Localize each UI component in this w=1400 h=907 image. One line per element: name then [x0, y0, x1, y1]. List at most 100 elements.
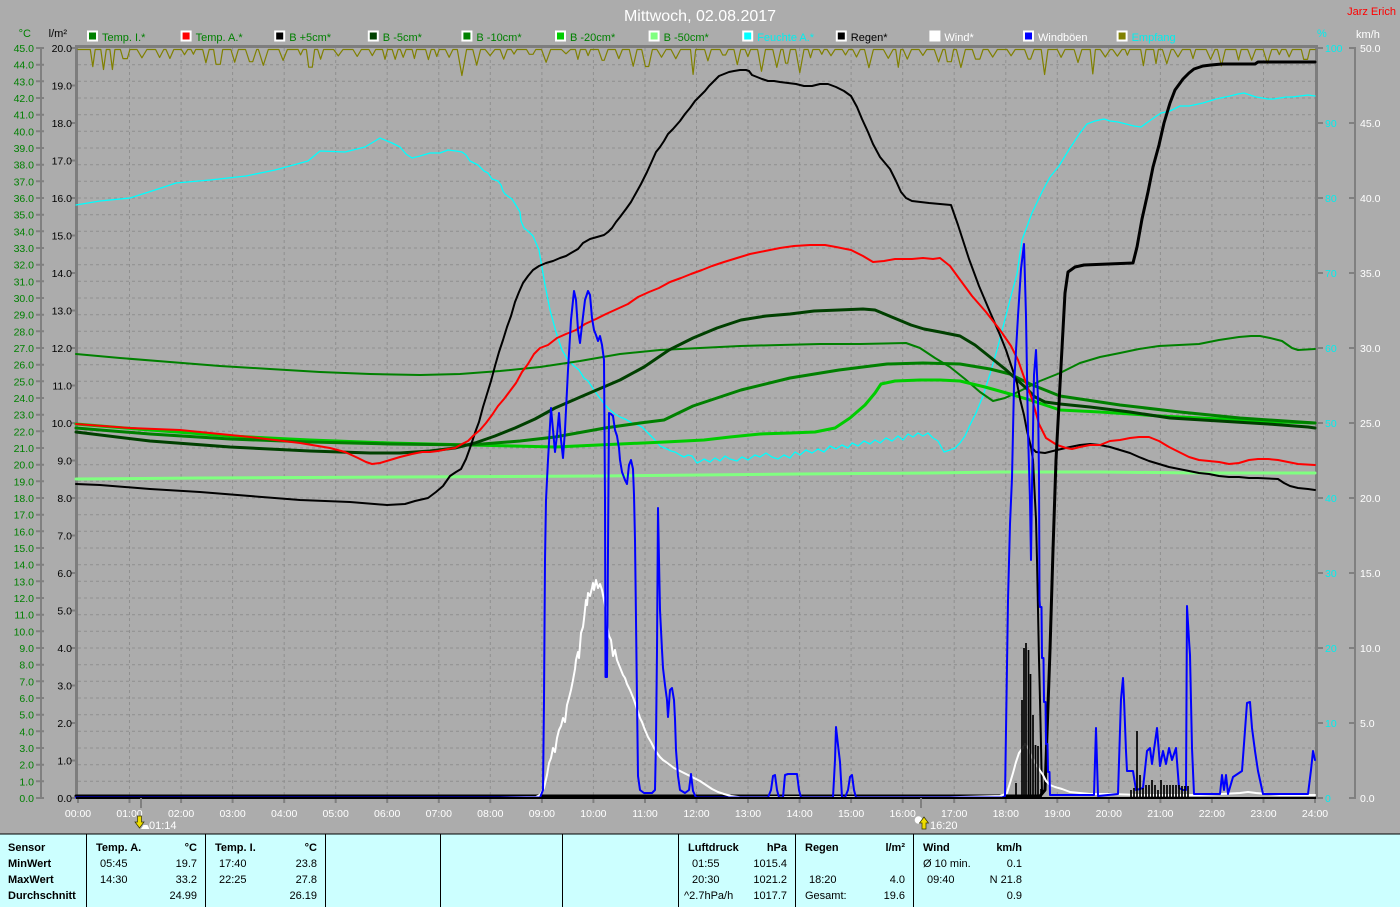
svg-text:18:20: 18:20	[809, 874, 837, 886]
svg-text:0.0: 0.0	[57, 793, 72, 805]
svg-text:03:00: 03:00	[219, 808, 245, 820]
svg-text:Mittwoch, 02.08.2017: Mittwoch, 02.08.2017	[624, 8, 776, 25]
svg-text:Ø 10 min.: Ø 10 min.	[923, 858, 971, 870]
svg-text:16.0: 16.0	[52, 193, 73, 205]
svg-text:11.0: 11.0	[52, 381, 72, 393]
svg-text:23.8: 23.8	[296, 858, 317, 870]
svg-text:10:00: 10:00	[580, 808, 606, 820]
svg-text:4.0: 4.0	[19, 726, 34, 738]
svg-text:°C: °C	[185, 842, 197, 854]
svg-text:1015.4: 1015.4	[753, 858, 787, 870]
svg-text:12.0: 12.0	[14, 593, 35, 605]
svg-text:90: 90	[1325, 118, 1337, 130]
svg-text:23.0: 23.0	[14, 410, 35, 422]
svg-text:5.0: 5.0	[57, 606, 72, 618]
svg-text:11.0: 11.0	[14, 610, 34, 622]
svg-text:4.0: 4.0	[57, 643, 72, 655]
svg-text:B -10cm*: B -10cm*	[476, 32, 522, 44]
svg-text:N 21.8: N 21.8	[990, 874, 1022, 886]
svg-text:14:00: 14:00	[786, 808, 812, 820]
svg-text:32.0: 32.0	[14, 260, 35, 272]
svg-text:38.0: 38.0	[14, 160, 35, 172]
svg-text:21:00: 21:00	[1147, 808, 1173, 820]
svg-text:4.0: 4.0	[890, 874, 905, 886]
svg-text:14:30: 14:30	[100, 874, 128, 886]
svg-text:09:40: 09:40	[927, 874, 955, 886]
svg-text:Temp. A.: Temp. A.	[96, 842, 141, 854]
svg-text:B +5cm*: B +5cm*	[289, 32, 332, 44]
svg-text:Sensor: Sensor	[8, 842, 46, 854]
svg-text:km/h: km/h	[996, 842, 1022, 854]
svg-text:%: %	[1317, 28, 1327, 40]
svg-text:33.2: 33.2	[176, 874, 197, 886]
svg-text:MinWert: MinWert	[8, 858, 52, 870]
svg-text:26.0: 26.0	[14, 360, 35, 372]
svg-text:0: 0	[1325, 793, 1331, 805]
svg-text:15.0: 15.0	[1360, 568, 1381, 580]
svg-text:20:00: 20:00	[1096, 808, 1122, 820]
svg-text:09:00: 09:00	[529, 808, 555, 820]
svg-text:km/h: km/h	[1356, 29, 1380, 41]
svg-text:24.0: 24.0	[14, 393, 35, 405]
svg-text:01:14: 01:14	[149, 820, 177, 832]
svg-text:18.0: 18.0	[14, 493, 35, 505]
svg-text:0.1: 0.1	[1007, 858, 1022, 870]
svg-text:3.0: 3.0	[19, 743, 34, 755]
svg-text:29.0: 29.0	[14, 310, 35, 322]
svg-text:19.0: 19.0	[52, 81, 73, 93]
svg-text:20: 20	[1325, 643, 1337, 655]
svg-text:43.0: 43.0	[14, 76, 35, 88]
svg-text:°C: °C	[19, 28, 31, 40]
svg-text:34.0: 34.0	[14, 226, 35, 238]
svg-text:07:00: 07:00	[426, 808, 452, 820]
svg-text:04:00: 04:00	[271, 808, 297, 820]
svg-text:08:00: 08:00	[477, 808, 503, 820]
svg-text:26.19: 26.19	[289, 890, 317, 902]
svg-text:35.0: 35.0	[1360, 268, 1381, 280]
svg-text:17:00: 17:00	[941, 808, 967, 820]
svg-text:30.0: 30.0	[1360, 343, 1381, 355]
svg-text:10: 10	[1325, 718, 1337, 730]
svg-text:05:00: 05:00	[323, 808, 349, 820]
svg-text:44.0: 44.0	[14, 60, 35, 72]
svg-text:28.0: 28.0	[14, 326, 35, 338]
svg-text:Wind*: Wind*	[944, 32, 974, 44]
svg-text:14.0: 14.0	[52, 268, 73, 280]
svg-text:19.6: 19.6	[884, 890, 905, 902]
svg-text:B -20cm*: B -20cm*	[570, 32, 616, 44]
svg-text:02:00: 02:00	[168, 808, 194, 820]
svg-text:Durchschnitt: Durchschnitt	[8, 890, 76, 902]
svg-text:20.0: 20.0	[1360, 493, 1381, 505]
svg-text:Gesamt:: Gesamt:	[805, 890, 847, 902]
svg-text:30.0: 30.0	[14, 293, 35, 305]
svg-text:13.0: 13.0	[14, 576, 35, 588]
svg-text:13:00: 13:00	[735, 808, 761, 820]
svg-text:9.0: 9.0	[19, 643, 34, 655]
svg-text:15:00: 15:00	[838, 808, 864, 820]
svg-text:45.0: 45.0	[14, 43, 35, 55]
svg-text:1017.7: 1017.7	[753, 890, 787, 902]
svg-text:06:00: 06:00	[374, 808, 400, 820]
svg-text:1021.2: 1021.2	[753, 874, 787, 886]
svg-text:15.0: 15.0	[14, 543, 35, 555]
svg-text:1.0: 1.0	[57, 756, 72, 768]
svg-text:MaxWert: MaxWert	[8, 874, 54, 886]
svg-text:8.0: 8.0	[19, 660, 34, 672]
svg-text:6.0: 6.0	[57, 568, 72, 580]
svg-text:100: 100	[1325, 43, 1343, 55]
svg-text:16.0: 16.0	[14, 526, 35, 538]
svg-text:°C: °C	[305, 842, 317, 854]
svg-text:39.0: 39.0	[14, 143, 35, 155]
svg-text:37.0: 37.0	[14, 176, 35, 188]
svg-text:2.0: 2.0	[57, 718, 72, 730]
svg-text:05:45: 05:45	[100, 858, 128, 870]
svg-text:24:00: 24:00	[1302, 808, 1328, 820]
svg-text:10.0: 10.0	[14, 626, 35, 638]
svg-text:35.0: 35.0	[14, 210, 35, 222]
svg-text:18.0: 18.0	[52, 118, 73, 130]
svg-text:14.0: 14.0	[14, 560, 35, 572]
svg-text:3.0: 3.0	[57, 681, 72, 693]
svg-text:20.0: 20.0	[52, 43, 73, 55]
svg-text:12.0: 12.0	[52, 343, 73, 355]
svg-text:50: 50	[1325, 418, 1337, 430]
